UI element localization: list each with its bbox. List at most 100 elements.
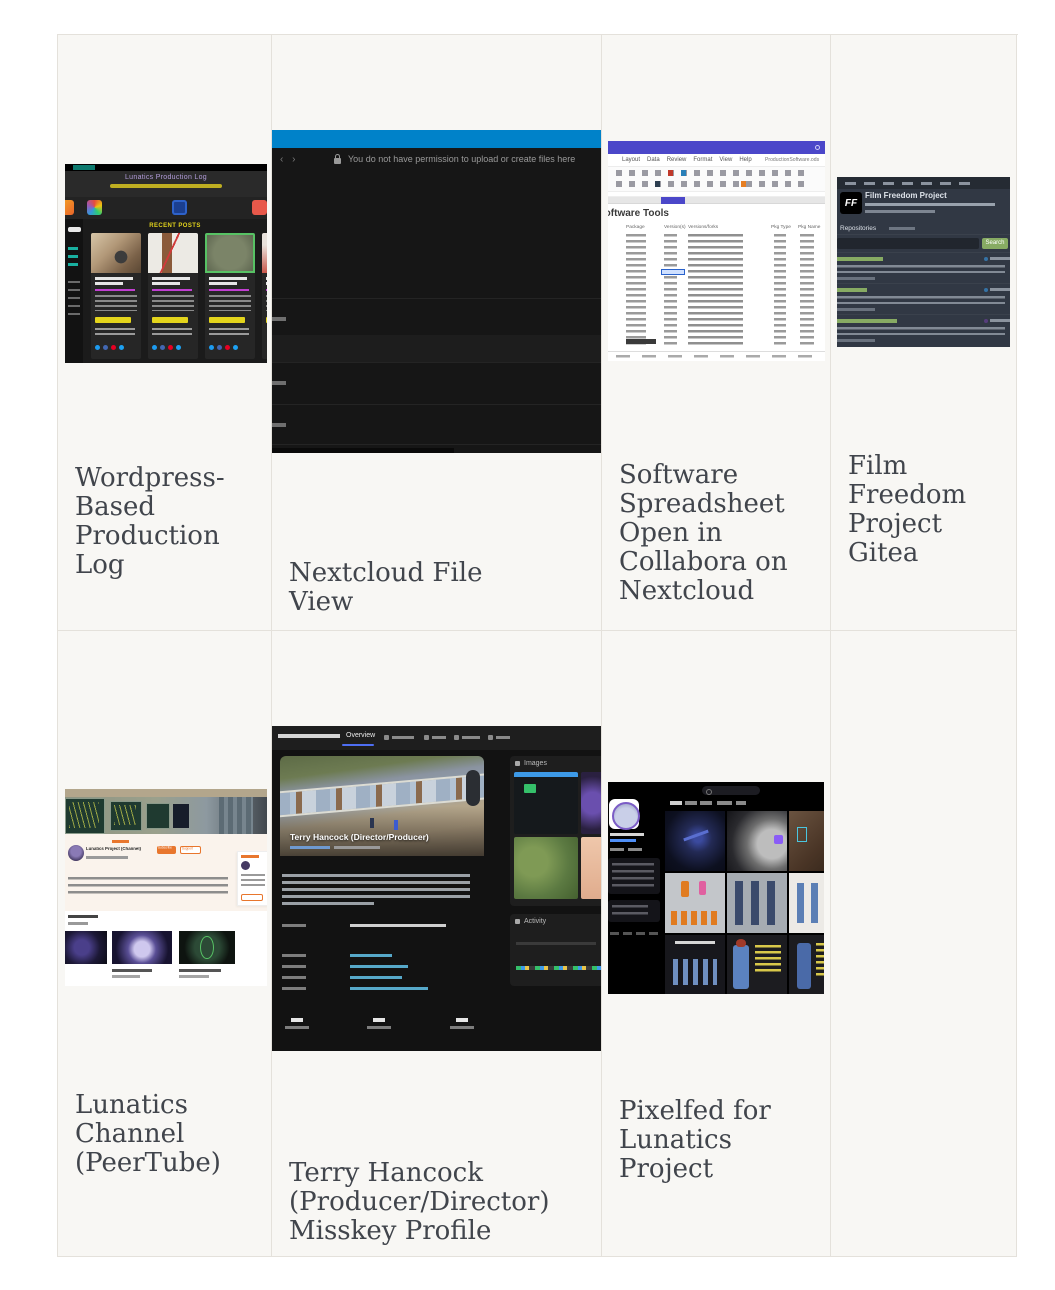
org-meta-placeholder	[865, 210, 935, 213]
gallery-item-collabora: Layout Data Review Format View Help Prod…	[602, 35, 831, 631]
gallery-item-pixelfed: Pixelfed for Lunatics Project	[602, 631, 831, 1257]
gitea-navbar	[837, 177, 1010, 189]
post-card	[91, 233, 141, 359]
post-photo	[148, 233, 198, 273]
blog-sidebar	[65, 219, 83, 363]
video-thumbnail	[112, 931, 172, 964]
info-panel	[608, 900, 660, 922]
tab-icon	[454, 735, 459, 740]
scrollbar-shadow	[272, 448, 454, 453]
gallery-caption: Terry Hancock (Producer/Director) Misske…	[272, 1159, 572, 1246]
profile-main-column: Terry Hancock (Director/Producer)	[280, 756, 484, 1046]
profile-bio-placeholder	[282, 902, 374, 905]
gallery-caption: Software Spreadsheet Open in Collabora o…	[602, 461, 792, 607]
profile-handle-placeholder	[610, 839, 636, 842]
images-panel: Images	[510, 756, 602, 906]
misskey-thumbnail[interactable]: Overview Terry Hancock (Director/Produce…	[272, 726, 602, 1051]
channel-info: Lunatics Project (Channel) Subscribe Sup…	[65, 834, 267, 911]
owner-button	[241, 894, 263, 901]
repo-name-placeholder	[837, 288, 867, 292]
menu-item: Format	[693, 157, 712, 163]
column-label: Package	[626, 225, 645, 230]
patreon-icon	[252, 200, 267, 215]
screenshot-gallery: Lunatics Production Log RECENT POSTS	[57, 34, 1018, 1257]
blog-tagline-placeholder	[110, 184, 222, 188]
pixelfed-thumbnail[interactable]	[608, 782, 824, 994]
continue-reading-button-placeholder	[209, 317, 245, 323]
menu-item: Layout	[622, 157, 640, 163]
mural-wall	[280, 772, 484, 818]
gitea-thumbnail[interactable]: FF Film Freedom Project Repositories Sea…	[837, 177, 1010, 347]
repo-stats-placeholder	[990, 288, 1010, 291]
repo-search-row: Search	[837, 235, 1010, 252]
filename-fragment	[272, 381, 286, 385]
chalkboard	[146, 803, 170, 829]
gallery-item-production-log: Lunatics Production Log RECENT POSTS	[58, 35, 272, 631]
images-panel-header: Images	[510, 756, 602, 770]
profile-sidebar: Images Activity	[510, 756, 602, 1046]
peertube-thumbnail[interactable]: Lunatics Project (Channel) Subscribe Sup…	[65, 789, 267, 986]
about-panel	[608, 858, 660, 894]
nextcloud-thumbnail[interactable]: ‹ › You do not have permission to upload…	[272, 130, 602, 453]
stat-placeholder	[610, 848, 624, 851]
post-tile-moon	[727, 811, 787, 871]
videos-subheading-placeholder	[68, 922, 88, 925]
production-log-thumbnail[interactable]: Lunatics Production Log RECENT POSTS	[65, 164, 267, 363]
activity-chart	[510, 928, 602, 986]
menu-bar: Layout Data Review Format View Help Prod…	[608, 154, 825, 167]
lock-icon	[334, 158, 341, 164]
language-dot	[984, 257, 988, 261]
gallery-item-misskey: Overview Terry Hancock (Director/Produce…	[272, 631, 602, 1257]
post-card-row	[91, 233, 267, 359]
tab-label-placeholder	[432, 736, 446, 739]
data-rows-placeholder	[608, 234, 825, 346]
tab-icon	[424, 735, 429, 740]
activity-sparkline	[516, 966, 602, 970]
social-icon-row	[65, 197, 267, 219]
blog-title: Lunatics Production Log	[65, 171, 267, 181]
row-divider	[272, 362, 602, 363]
activity-line-placeholder	[516, 942, 596, 945]
wp-site-tag	[73, 165, 95, 170]
gallery-caption: Nextcloud File View	[272, 559, 502, 617]
collabora-thumbnail[interactable]: Layout Data Review Format View Help Prod…	[608, 141, 825, 361]
repo-updated-placeholder	[837, 308, 875, 311]
merge-icon	[741, 181, 746, 187]
channel-avatar	[68, 845, 84, 861]
share-icons	[152, 345, 181, 350]
orange-app-icon	[65, 200, 74, 215]
repo-stats-placeholder	[990, 257, 1010, 260]
post-tile-space-station	[665, 811, 725, 871]
activity-panel: Activity	[510, 914, 602, 986]
repo-name-placeholder	[837, 319, 897, 323]
selected-cell	[661, 269, 685, 275]
wp-admin-bar	[65, 164, 267, 171]
profile-name-placeholder	[610, 833, 644, 836]
profile-avatar	[609, 799, 639, 829]
tab-overview: Overview	[346, 732, 375, 739]
post-photo	[205, 233, 255, 273]
gallery-caption: Film Freedom Project Gitea	[831, 452, 981, 568]
org-avatar: FF	[840, 192, 862, 214]
highlight-icon	[681, 170, 686, 176]
document-filename: ProductionSoftware.ods	[765, 157, 819, 162]
post-tile-character-sheet	[789, 935, 824, 994]
tab-label-placeholder	[392, 736, 414, 739]
profile-field-row	[282, 924, 482, 934]
owner-text-placeholder	[241, 874, 265, 886]
dark-panel	[173, 804, 189, 828]
menu-item: View	[719, 157, 732, 163]
post-tile-character-sheet	[727, 935, 787, 994]
chalk-drawing	[69, 802, 99, 828]
profile-display-name: Terry Hancock (Director/Producer)	[290, 832, 429, 842]
owner-avatar	[241, 861, 250, 870]
repo-updated-placeholder	[837, 277, 875, 280]
post-card	[205, 233, 255, 359]
video-meta-placeholder	[112, 975, 140, 978]
subscriber-count-placeholder	[86, 856, 128, 859]
image-thumb	[514, 772, 578, 834]
org-title: Film Freedom Project	[865, 191, 947, 200]
post-tile-orange-suits	[665, 873, 725, 933]
tab-icon	[384, 735, 389, 740]
owner-account-card	[237, 851, 267, 906]
